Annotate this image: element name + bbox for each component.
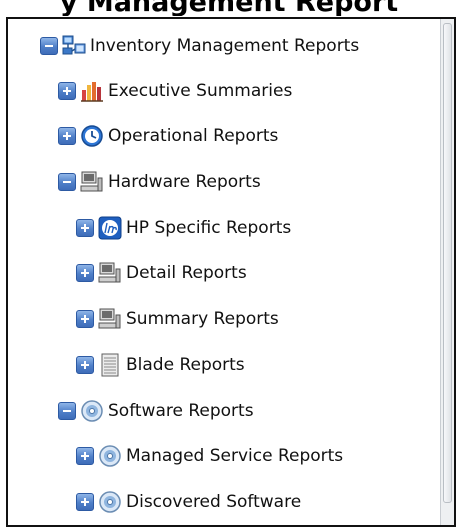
tree-item-executive-summaries[interactable]: Executive Summaries	[58, 76, 292, 106]
vertical-scrollbar[interactable]	[440, 19, 454, 525]
expand-toggle-button[interactable]	[58, 127, 76, 145]
tree-item-discovered-software[interactable]: Discovered Software	[76, 487, 301, 517]
network-icon	[62, 34, 86, 58]
clock-icon	[80, 124, 104, 148]
hp-logo-icon	[98, 216, 122, 240]
tree-item-label: Hardware Reports	[108, 172, 261, 192]
expand-toggle-button[interactable]	[76, 264, 94, 282]
tree-item-hp-specific-reports[interactable]: HP Specific Reports	[76, 213, 291, 243]
tree-item-inventory-management-reports[interactable]: Inventory Management Reports	[40, 31, 359, 61]
disc-icon	[98, 490, 122, 514]
tree-item-label: Inventory Management Reports	[90, 36, 360, 56]
disc-icon	[98, 444, 122, 468]
tree-item-label: Blade Reports	[126, 355, 245, 375]
tree-item-hardware-reports[interactable]: Hardware Reports	[58, 167, 261, 197]
scrollbar-thumb[interactable]	[443, 23, 452, 503]
page-title: y Management Report	[59, 0, 399, 16]
disc-icon	[80, 399, 104, 423]
tree-item-label: Operational Reports	[108, 126, 279, 146]
tree-item-summary-reports[interactable]: Summary Reports	[76, 304, 279, 334]
report-tree-page: y Management Report Inventory Management	[0, 0, 458, 532]
tree-item-label: Discovered Software	[126, 492, 302, 512]
expand-toggle-button[interactable]	[76, 493, 94, 511]
computer-icon	[98, 307, 122, 331]
tree-item-label: Managed Service Reports	[126, 446, 344, 466]
computer-icon	[80, 170, 104, 194]
report-tree-panel: Inventory Management Reports Executive S…	[6, 17, 456, 527]
bar-chart-icon	[80, 79, 104, 103]
report-tree: Inventory Management Reports Executive S…	[8, 19, 440, 525]
tree-item-label: HP Specific Reports	[126, 218, 292, 238]
expand-toggle-button[interactable]	[76, 310, 94, 328]
collapse-toggle-button[interactable]	[40, 37, 58, 55]
tree-item-detail-reports[interactable]: Detail Reports	[76, 258, 247, 288]
tree-item-label: Summary Reports	[126, 309, 279, 329]
tree-item-operational-reports[interactable]: Operational Reports	[58, 121, 278, 151]
expand-toggle-button[interactable]	[76, 219, 94, 237]
tree-item-blade-reports[interactable]: Blade Reports	[76, 350, 245, 380]
collapse-toggle-button[interactable]	[58, 173, 76, 191]
tree-item-label: Executive Summaries	[108, 81, 293, 101]
tree-item-software-reports[interactable]: Software Reports	[58, 396, 254, 426]
expand-toggle-button[interactable]	[76, 356, 94, 374]
server-blade-icon	[98, 353, 122, 377]
tree-item-label: Software Reports	[108, 401, 254, 421]
computer-icon	[98, 261, 122, 285]
tree-item-label: Detail Reports	[126, 263, 247, 283]
expand-toggle-button[interactable]	[76, 447, 94, 465]
tree-item-managed-service-reports[interactable]: Managed Service Reports	[76, 441, 343, 471]
expand-toggle-button[interactable]	[58, 82, 76, 100]
collapse-toggle-button[interactable]	[58, 402, 76, 420]
